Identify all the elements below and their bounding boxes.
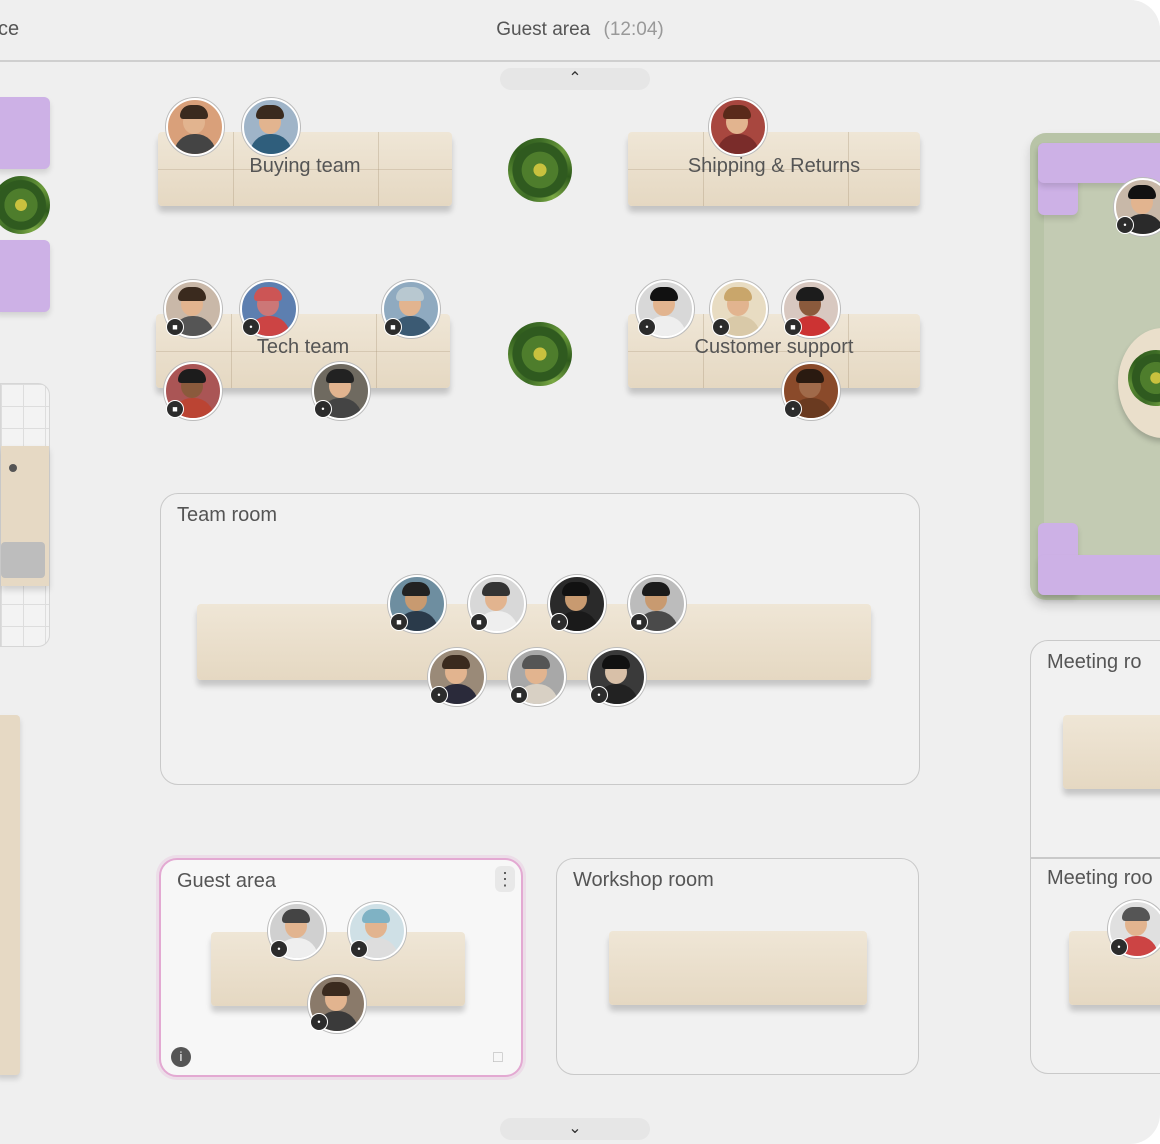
microphone-icon: •: [590, 686, 608, 704]
plant-icon: [508, 138, 572, 202]
chevron-down-icon: ⌄: [568, 1120, 582, 1137]
plant-icon: [508, 322, 572, 386]
avatar[interactable]: [709, 98, 767, 156]
chevron-up-icon: ⌃: [568, 70, 582, 87]
microphone-icon: •: [1116, 216, 1134, 234]
room-meeting-rooms: Meeting ro Meeting roo: [1030, 640, 1160, 1074]
scroll-down-button[interactable]: ⌄: [500, 1118, 650, 1140]
room-name: Guest area: [496, 19, 591, 40]
top-bar: ce Guest area (12:04): [0, 0, 1160, 62]
plant-icon: [1128, 350, 1160, 406]
left-desk-dot: [9, 464, 17, 472]
meeting-room-desk: [1063, 715, 1160, 789]
left-sofa-bottom: [0, 240, 50, 312]
microphone-icon: •: [242, 318, 260, 336]
camera-icon: ■: [166, 400, 184, 418]
desk-label: Tech team: [256, 336, 350, 358]
more-options-icon[interactable]: ⋮: [495, 866, 515, 892]
camera-icon: ■: [510, 686, 528, 704]
room-time: (12:04): [603, 19, 664, 40]
camera-icon: ■: [384, 318, 402, 336]
scroll-up-button[interactable]: ⌃: [500, 68, 650, 90]
microphone-icon: •: [310, 1013, 328, 1031]
microphone-icon: •: [314, 400, 332, 418]
room-label: Team room: [177, 504, 278, 526]
microphone-icon: •: [638, 318, 656, 336]
left-sofa-top: [0, 97, 50, 169]
desk-shipping-returns[interactable]: Shipping & Returns: [628, 132, 920, 206]
divider: [1031, 857, 1160, 859]
avatar[interactable]: [166, 98, 224, 156]
left-grid-area: [0, 383, 50, 647]
desk-label: Shipping & Returns: [687, 155, 861, 177]
camera-icon: ■: [470, 613, 488, 631]
desk-label: Buying team: [249, 155, 361, 177]
microphone-icon: •: [430, 686, 448, 704]
room-team-room[interactable]: Team room: [160, 493, 920, 785]
lounge-sofa-top-bar: [1038, 143, 1160, 183]
microphone-icon: •: [350, 940, 368, 958]
room-guest-area[interactable]: Guest area ⋮ i □: [159, 858, 523, 1077]
camera-icon: ■: [166, 318, 184, 336]
microphone-icon: •: [784, 400, 802, 418]
lock-icon[interactable]: □: [493, 1049, 511, 1067]
camera-icon: ■: [784, 318, 802, 336]
microphone-icon: •: [1110, 938, 1128, 956]
lounge-sofa-bottom-bar: [1038, 555, 1160, 595]
left-long-desk: [0, 715, 20, 1075]
room-label: Workshop room: [573, 869, 714, 891]
left-chair: [1, 542, 45, 578]
info-icon[interactable]: i: [171, 1047, 191, 1067]
room-workshop-room[interactable]: Workshop room: [556, 858, 919, 1075]
microphone-icon: •: [270, 940, 288, 958]
office-floor-plan: ce Guest area (12:04) ⌃ Buying team Ship…: [0, 0, 1160, 1144]
microphone-icon: •: [712, 318, 730, 336]
camera-icon: ■: [630, 613, 648, 631]
desk-label: Customer support: [694, 336, 854, 358]
microphone-icon: •: [550, 613, 568, 631]
current-room-title: Guest area (12:04): [0, 19, 1160, 41]
room-label[interactable]: Meeting ro: [1047, 651, 1142, 674]
avatar[interactable]: [242, 98, 300, 156]
room-label[interactable]: Meeting roo: [1047, 867, 1153, 890]
room-label: Guest area: [177, 870, 276, 892]
workshop-room-desk: [609, 931, 867, 1005]
camera-icon: ■: [390, 613, 408, 631]
plant-icon: [0, 176, 50, 234]
